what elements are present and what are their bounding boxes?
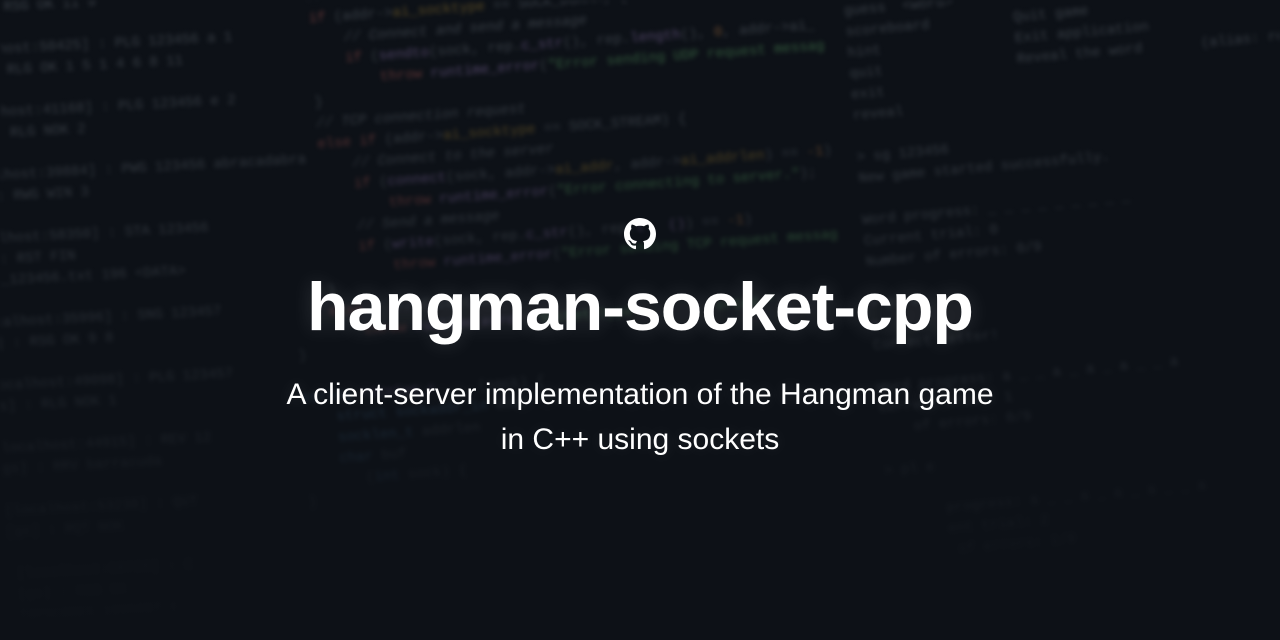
repo-description: A client-server implementation of the Ha… xyxy=(280,372,1000,462)
hero-content: hangman-socket-cpp A client-server imple… xyxy=(0,0,1280,640)
repo-title: hangman-socket-cpp xyxy=(307,268,973,346)
github-icon xyxy=(624,218,656,250)
